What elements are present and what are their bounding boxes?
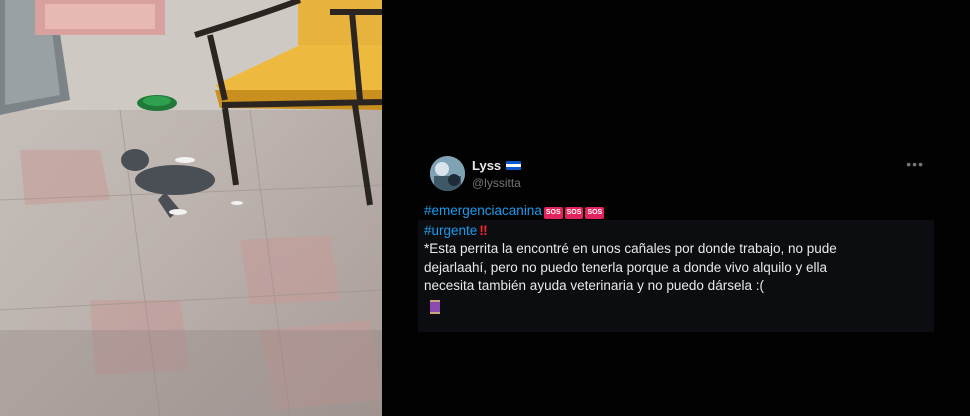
more-icon[interactable]: ••• [906,156,924,172]
thread-spool-icon [430,299,440,314]
display-name[interactable]: Lyss [472,158,522,173]
tweet-text-line-2: dejarlaahí, pero no puedo tenerla porque… [424,259,828,275]
hashtag-urgente[interactable]: #urgente [424,223,477,238]
tweet-text: #emergenciacanina SOS SOS SOS #urgente ‼ *Es… [418,202,934,332]
sos-icon: SOS [564,207,584,219]
hashtag-emergenciacanina[interactable]: #emergenciacanina [424,203,542,218]
tweet-panel: Lyss @lyssitta ••• #emergenciacanina SOS S… [382,0,970,416]
hashtag-line-2: #urgente ‼ [424,221,934,241]
hashtag-line-1: #emergenciacanina SOS SOS SOS [424,202,934,221]
emoji-line [424,296,934,320]
tweet-text-line-1: *Esta perrita la encontré en unos cañale… [424,241,837,256]
sos-icon: SOS [585,207,605,219]
display-name-text[interactable]: Lyss [472,158,501,173]
sos-icon: SOS [543,207,563,219]
dog-photo [0,0,382,416]
avatar[interactable] [430,156,465,191]
double-exclamation-icon: ‼ [479,221,488,238]
tweet-text-line-3: necesita también ayuda veterinaria y no … [424,278,764,293]
el-salvador-flag-icon [506,160,522,171]
user-handle[interactable]: @lyssitta [472,176,521,190]
